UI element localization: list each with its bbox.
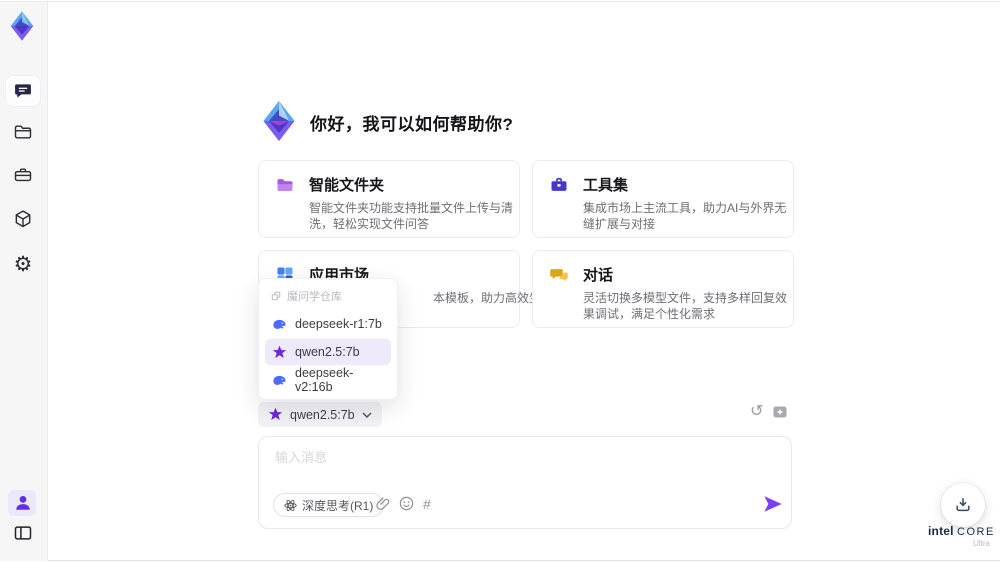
model-option-qwen[interactable]: qwen2.5:7b — [265, 339, 391, 365]
send-button[interactable] — [762, 493, 784, 515]
sidebar-item-files[interactable] — [11, 120, 35, 144]
card-title: 工具集 — [583, 177, 629, 194]
new-chat-icon[interactable] — [772, 404, 788, 420]
conversation-tools: ↺ — [750, 404, 788, 420]
model-option-label: qwen2.5:7b — [295, 345, 360, 359]
model-option-label: deepseek-v2:16b — [295, 366, 354, 394]
card-description: 智能文件夹功能支持批量文件上传与清洗，轻松实现文件问答 — [309, 201, 514, 231]
chevron-down-icon — [362, 411, 372, 418]
card-title: 对话 — [583, 267, 614, 284]
deep-think-toggle[interactable]: 深度思考(R1) — [273, 493, 385, 517]
sidebar-item-models[interactable] — [11, 207, 35, 231]
model-dropdown-header: 魔问学仓库 — [265, 285, 391, 309]
card-title: 智能文件夹 — [309, 177, 385, 194]
deepseek-icon — [273, 319, 286, 329]
smart-folder-icon — [277, 178, 293, 191]
card-dialog[interactable]: 对话 灵活切换多模型文件，支持多样回复效果调试，满足个性化需求 — [532, 250, 794, 328]
app-window: ⚙ 你好，我可以如何帮助你? 智能文件夹 智能文件夹功能支持批量文件上传与清洗，… — [0, 0, 1000, 563]
download-icon — [956, 498, 970, 512]
sidebar-item-settings[interactable]: ⚙ — [11, 252, 35, 276]
card-toolset[interactable]: 工具集 集成市场上主流工具，助力AI与外界无缝扩展与对接 — [532, 160, 794, 238]
window-bottom-edge — [0, 560, 1000, 561]
message-composer: 深度思考(R1) # — [258, 436, 792, 529]
app-logo-icon — [6, 10, 38, 42]
sidebar-item-profile[interactable] — [11, 491, 35, 515]
person-icon — [16, 496, 30, 510]
model-selector-button[interactable]: qwen2.5:7b — [258, 402, 382, 427]
atom-icon — [284, 499, 297, 511]
sidebar: ⚙ — [0, 2, 48, 561]
attachment-icon[interactable] — [375, 496, 390, 511]
intel-brand-text: intel — [928, 524, 954, 538]
intel-tier-text: Ultra — [973, 539, 990, 548]
download-fab[interactable] — [941, 483, 985, 527]
greeting-logo-icon — [257, 99, 301, 143]
selected-model-label: qwen2.5:7b — [290, 407, 355, 422]
greeting-text: 你好，我可以如何帮助你? — [310, 115, 514, 134]
sidebar-item-panel-toggle[interactable] — [11, 521, 35, 545]
dialog-icon — [550, 268, 568, 281]
intel-core-badge: intel core Ultra — [928, 524, 993, 548]
model-option-deepseek-r1[interactable]: deepseek-r1:7b — [265, 311, 391, 337]
card-smart-folder[interactable]: 智能文件夹 智能文件夹功能支持批量文件上传与清洗，轻松实现文件问答 — [258, 160, 520, 238]
intel-product-text: core — [957, 526, 995, 538]
qwen-icon — [272, 345, 287, 358]
toolbox-icon — [551, 177, 567, 191]
deepseek-icon — [273, 375, 286, 385]
repo-icon — [271, 291, 281, 301]
gear-icon: ⚙ — [13, 252, 33, 276]
panel-icon — [14, 526, 32, 540]
send-icon — [764, 496, 782, 512]
qwen-icon — [268, 407, 283, 421]
message-input[interactable] — [275, 447, 775, 487]
model-dropdown-header-label: 魔问学仓库 — [287, 291, 342, 303]
model-option-deepseek-v2[interactable]: deepseek-v2:16b — [265, 366, 391, 394]
deep-think-label: 深度思考(R1) — [302, 498, 374, 513]
briefcase-icon — [14, 168, 32, 182]
prompt-tag-icon[interactable]: # — [423, 497, 431, 511]
card-description: 灵活切换多模型文件，支持多样回复效果调试，满足个性化需求 — [583, 291, 788, 321]
chat-icon — [15, 84, 31, 98]
card-description: 集成市场上主流工具，助力AI与外界无缝扩展与对接 — [583, 201, 787, 231]
cube-icon — [15, 210, 31, 228]
history-icon[interactable]: ↺ — [750, 404, 763, 420]
sidebar-item-chat[interactable] — [11, 79, 35, 103]
composer-actions: # — [375, 496, 431, 511]
emoji-icon[interactable] — [399, 496, 414, 511]
model-dropdown: 魔问学仓库 deepseek-r1:7b qwen2.5:7b deepseek… — [258, 278, 398, 400]
model-option-label: deepseek-r1:7b — [295, 317, 382, 331]
sidebar-item-toolbox[interactable] — [11, 163, 35, 187]
folder-icon — [14, 125, 32, 139]
window-top-edge — [0, 1, 1000, 2]
